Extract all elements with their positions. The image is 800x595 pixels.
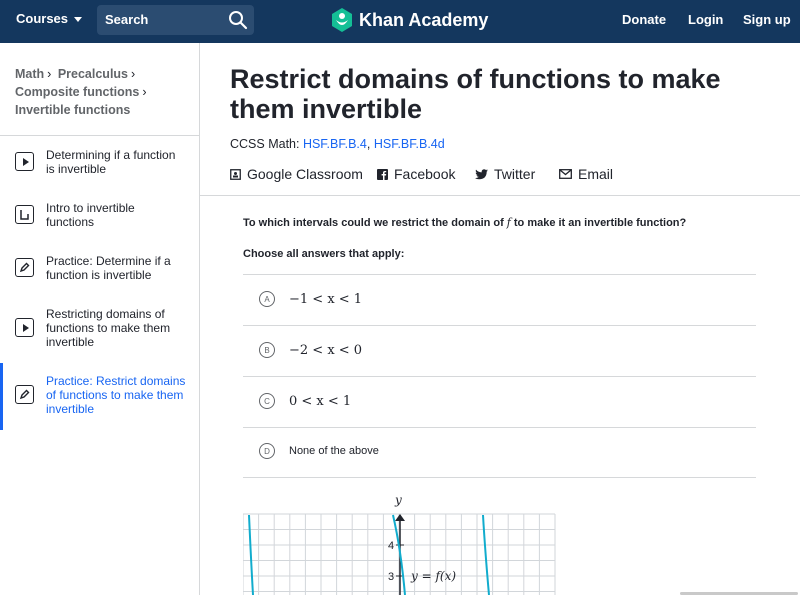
option-divider	[243, 376, 756, 377]
page-title: Restrict domains of functions to make th…	[230, 64, 721, 124]
instruction-text: Choose all answers that apply:	[243, 248, 405, 260]
answer-option-d[interactable]: D None of the above	[259, 443, 379, 459]
pencil-icon	[15, 258, 34, 277]
top-navigation-bar: Courses Search Khan Academy Donate Login…	[0, 0, 800, 43]
option-letter-badge: C	[259, 393, 275, 409]
option-text: −2 < x < 0	[289, 342, 363, 358]
question-pre: To which intervals could we restrict the…	[243, 217, 504, 229]
curve-label: y = f(x)	[410, 569, 456, 583]
sidebar-divider	[0, 135, 199, 136]
option-divider	[243, 274, 756, 275]
donate-link[interactable]: Donate	[622, 12, 666, 27]
option-divider	[243, 325, 756, 326]
option-divider	[243, 427, 756, 428]
graph-grid	[243, 513, 556, 595]
search-label: Search	[105, 12, 149, 27]
option-letter-badge: B	[259, 342, 275, 358]
answer-option-c[interactable]: C 0 < x < 1	[259, 393, 351, 409]
chevron-right-icon: ›	[142, 85, 147, 99]
share-facebook-label: Facebook	[394, 166, 456, 182]
signup-link[interactable]: Sign up	[743, 12, 791, 27]
breadcrumb-invertible-functions[interactable]: Invertible functions	[15, 103, 130, 117]
curve-segment-3	[482, 514, 490, 595]
function-graph: y 4 3 y = f(x)	[243, 493, 556, 595]
khan-leaf-logo-icon	[332, 8, 352, 32]
chevron-right-icon: ›	[131, 67, 136, 81]
option-text: None of the above	[289, 445, 379, 457]
sidebar-item-label: Practice: Determine if a function is inv…	[46, 254, 171, 282]
sidebar-item-label: Determining if a function is invertible	[46, 148, 176, 176]
option-text: 0 < x < 1	[289, 393, 352, 409]
option-letter-badge: D	[259, 443, 275, 459]
share-twitter-button[interactable]: Twitter	[475, 166, 535, 182]
ccss-prefix: CCSS Math:	[230, 137, 303, 151]
standard-link-hsf-bf-b-4d[interactable]: HSF.BF.B.4d	[374, 137, 445, 151]
standard-separator: ,	[366, 137, 371, 151]
google-classroom-icon	[230, 168, 241, 180]
tick-label-4: 4	[388, 540, 394, 552]
breadcrumb: Math › Precalculus › Composite functions › …	[15, 65, 195, 119]
caret-down-icon	[74, 17, 83, 22]
ccss-standards: CCSS Math: HSF.BF.B.4, HSF.BF.B.4d	[230, 137, 445, 151]
share-facebook-button[interactable]: Facebook	[377, 166, 455, 182]
share-google-classroom-button[interactable]: Google Classroom	[230, 166, 363, 182]
sidebar: Math › Precalculus › Composite functions › …	[0, 43, 200, 595]
sidebar-item-label: Intro to invertible functions	[46, 201, 135, 229]
logo-text: Khan Academy	[359, 9, 489, 30]
chevron-right-icon: ›	[47, 67, 52, 81]
search-box[interactable]: Search	[97, 5, 254, 35]
share-email-label: Email	[578, 166, 614, 182]
tick-label-3: 3	[388, 571, 394, 583]
breadcrumb-composite-functions[interactable]: Composite functions	[15, 85, 139, 99]
question-post: to make it an invertible function?	[513, 217, 687, 229]
login-link[interactable]: Login	[688, 12, 723, 27]
answer-option-b[interactable]: B −2 < x < 0	[259, 342, 362, 358]
breadcrumb-precalculus[interactable]: Precalculus	[58, 67, 128, 81]
answer-option-a[interactable]: A −1 < x < 1	[259, 291, 362, 307]
article-icon	[15, 205, 34, 224]
breadcrumb-math[interactable]: Math	[15, 67, 44, 81]
option-divider	[243, 477, 756, 478]
khan-academy-logo[interactable]: Khan Academy	[331, 8, 488, 32]
option-text: −1 < x < 1	[289, 291, 363, 307]
sidebar-item-label: Practice: Restrict domains of functions …	[46, 374, 186, 416]
standard-link-hsf-bf-b-4[interactable]: HSF.BF.B.4	[303, 137, 367, 151]
curve-segment-1	[248, 514, 254, 595]
question-text: To which intervals could we restrict the…	[243, 216, 686, 229]
sidebar-item-label: Restricting domains of functions to make…	[46, 307, 171, 349]
y-axis-label: y	[394, 493, 402, 507]
share-email-button[interactable]: Email	[559, 166, 613, 182]
twitter-icon	[475, 168, 488, 179]
option-letter-badge: A	[259, 291, 275, 307]
courses-label: Courses	[16, 11, 69, 26]
courses-menu[interactable]: Courses	[16, 11, 83, 26]
share-twitter-label: Twitter	[494, 166, 536, 182]
email-icon	[559, 169, 572, 179]
share-google-label: Google Classroom	[247, 166, 363, 182]
pencil-icon	[15, 385, 34, 404]
active-item-indicator	[0, 363, 3, 430]
search-icon[interactable]	[228, 10, 248, 30]
y-axis-arrow	[395, 514, 405, 521]
question-variable: f	[506, 216, 511, 229]
facebook-icon	[377, 168, 388, 180]
play-icon	[15, 152, 34, 171]
play-icon	[15, 318, 34, 337]
